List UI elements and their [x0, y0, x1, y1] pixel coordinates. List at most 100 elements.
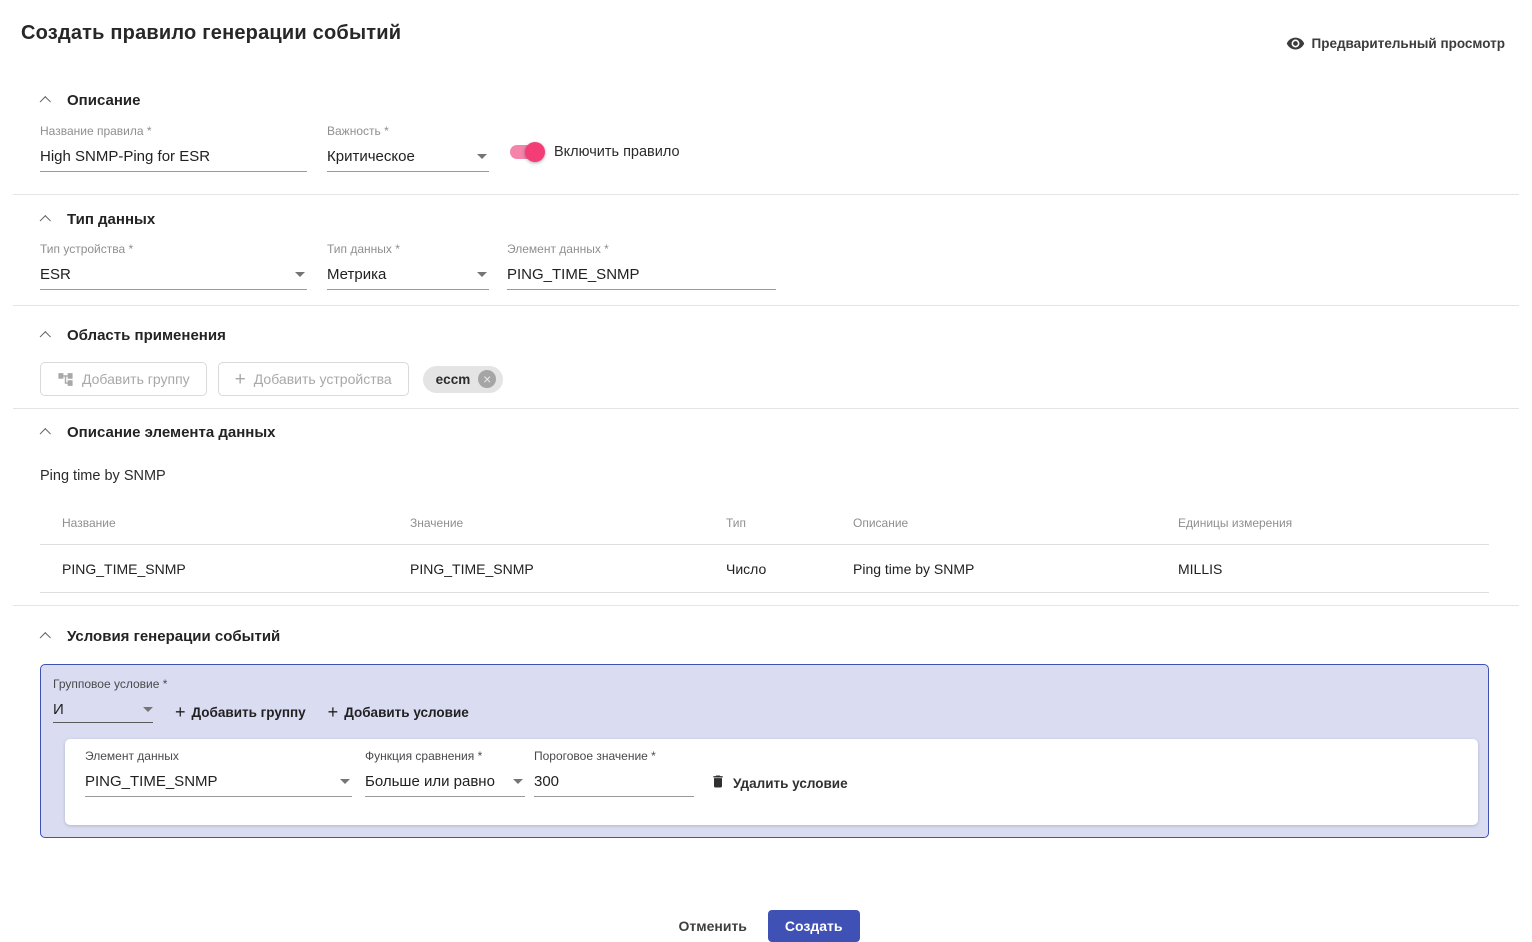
section-conditions: Условия генерации событий Групповое усло… [21, 628, 1511, 838]
eye-icon [1286, 34, 1305, 53]
data-type-select[interactable]: Метрика [327, 265, 489, 290]
table-header-row: Название Значение Тип Описание Единицы и… [40, 504, 1489, 544]
add-condition-button-label: Добавить условие [344, 705, 469, 720]
section-data-type-title: Тип данных [67, 211, 155, 228]
device-type-label: Тип устройства * [40, 242, 307, 256]
condition-data-element-select[interactable]: PING_TIME_SNMP [85, 772, 352, 797]
section-element-description-title: Описание элемента данных [67, 424, 275, 441]
table-header-description: Описание [831, 504, 1156, 544]
create-button[interactable]: Создать [768, 910, 860, 942]
data-type-label: Тип данных * [327, 242, 489, 256]
caret-down-icon [477, 154, 487, 159]
delete-condition-button-label: Удалить условие [733, 776, 848, 791]
data-element-label: Элемент данных * [507, 242, 776, 256]
caret-down-icon [477, 272, 487, 277]
condition-group-box: Групповое условие * И + Добавить группу … [40, 664, 1489, 838]
element-description-subtitle: Ping time by SNMP [40, 468, 1511, 484]
section-divider [13, 305, 1519, 306]
preview-button-label: Предварительный просмотр [1312, 36, 1505, 51]
plus-icon: + [328, 703, 339, 721]
table-cell-type: Число [704, 545, 831, 592]
trash-icon [710, 773, 726, 793]
condition-data-element-label: Элемент данных [85, 749, 352, 763]
chevron-up-icon[interactable] [38, 629, 54, 645]
rule-name-label: Название правила * [40, 124, 307, 138]
group-tree-icon [57, 371, 74, 388]
severity-select[interactable]: Критическое [327, 147, 489, 172]
section-scope: Область применения Добавить группу + Доб… [21, 327, 1511, 408]
add-condition-button[interactable]: + Добавить условие [328, 703, 469, 721]
table-cell-units: MILLIS [1156, 545, 1489, 592]
caret-down-icon [295, 272, 305, 277]
section-description-title: Описание [67, 92, 140, 109]
table-cell-description: Ping time by SNMP [831, 545, 1156, 592]
comparison-function-field: Функция сравнения * Больше или равно [365, 749, 525, 797]
enable-rule-label: Включить правило [554, 144, 680, 160]
data-type-field: Тип данных * Метрика [327, 242, 489, 290]
threshold-input[interactable] [534, 772, 694, 797]
delete-condition-button[interactable]: Удалить условие [710, 773, 848, 793]
chevron-up-icon[interactable] [38, 328, 54, 344]
data-element-field: Элемент данных * [507, 242, 776, 290]
table-header-value: Значение [388, 504, 704, 544]
condition-data-element-value: PING_TIME_SNMP [85, 773, 218, 790]
table-header-name: Название [40, 504, 388, 544]
threshold-field: Пороговое значение * [534, 749, 694, 797]
section-element-description: Описание элемента данных Ping time by SN… [21, 424, 1511, 593]
table-header-units: Единицы измерения [1156, 504, 1489, 544]
section-divider [13, 605, 1519, 606]
form-footer: Отменить Создать [21, 910, 1511, 942]
add-condition-group-button-label: Добавить группу [192, 705, 306, 720]
condition-data-element-field: Элемент данных PING_TIME_SNMP [85, 749, 352, 797]
rule-name-field: Название правила * [40, 124, 307, 172]
scope-chip: eccm × [423, 366, 504, 393]
caret-down-icon [340, 779, 350, 784]
add-group-button-label: Добавить группу [82, 371, 190, 387]
close-circle-icon[interactable]: × [478, 370, 496, 388]
table-cell-name: PING_TIME_SNMP [40, 545, 388, 592]
condition-card: Элемент данных PING_TIME_SNMP Функция ср… [65, 739, 1478, 825]
scope-chip-label: eccm [436, 372, 471, 387]
comparison-function-select[interactable]: Больше или равно [365, 772, 525, 797]
plus-icon: + [175, 703, 186, 721]
severity-field: Важность * Критическое [327, 124, 489, 172]
caret-down-icon [513, 779, 523, 784]
table-cell-value: PING_TIME_SNMP [388, 545, 704, 592]
severity-value: Критическое [327, 148, 415, 165]
section-divider [13, 194, 1519, 195]
group-condition-label: Групповое условие * [53, 677, 167, 691]
add-devices-button[interactable]: + Добавить устройства [218, 362, 409, 396]
toggle-switch-icon [510, 142, 545, 162]
chevron-up-icon[interactable] [38, 425, 54, 441]
preview-button[interactable]: Предварительный просмотр [1280, 33, 1511, 54]
caret-down-icon [143, 707, 153, 712]
page-title: Создать правило генерации событий [21, 22, 401, 45]
page-header: Создать правило генерации событий Предва… [21, 0, 1511, 54]
add-group-button[interactable]: Добавить группу [40, 362, 207, 396]
chevron-up-icon[interactable] [38, 93, 54, 109]
section-divider [13, 408, 1519, 409]
device-type-field: Тип устройства * ESR [40, 242, 307, 290]
enable-rule-toggle[interactable]: Включить правило [510, 142, 680, 162]
severity-label: Важность * [327, 124, 489, 138]
data-type-value: Метрика [327, 266, 386, 283]
comparison-function-label: Функция сравнения * [365, 749, 525, 763]
group-condition-value: И [53, 701, 64, 718]
group-condition-select[interactable]: И [53, 701, 153, 723]
add-devices-button-label: Добавить устройства [254, 371, 392, 387]
create-rule-page: Создать правило генерации событий Предва… [0, 0, 1532, 942]
rule-name-input[interactable] [40, 147, 307, 172]
section-conditions-title: Условия генерации событий [67, 628, 280, 645]
data-element-input[interactable] [507, 265, 776, 290]
plus-icon: + [235, 370, 246, 389]
add-condition-group-button[interactable]: + Добавить группу [175, 703, 306, 721]
element-description-table: Название Значение Тип Описание Единицы и… [40, 504, 1489, 593]
threshold-label: Пороговое значение * [534, 749, 694, 763]
chevron-up-icon[interactable] [38, 212, 54, 228]
device-type-select[interactable]: ESR [40, 265, 307, 290]
comparison-function-value: Больше или равно [365, 773, 495, 790]
table-header-type: Тип [704, 504, 831, 544]
cancel-button[interactable]: Отменить [673, 910, 753, 942]
table-row: PING_TIME_SNMP PING_TIME_SNMP Число Ping… [40, 544, 1489, 593]
section-scope-title: Область применения [67, 327, 226, 344]
